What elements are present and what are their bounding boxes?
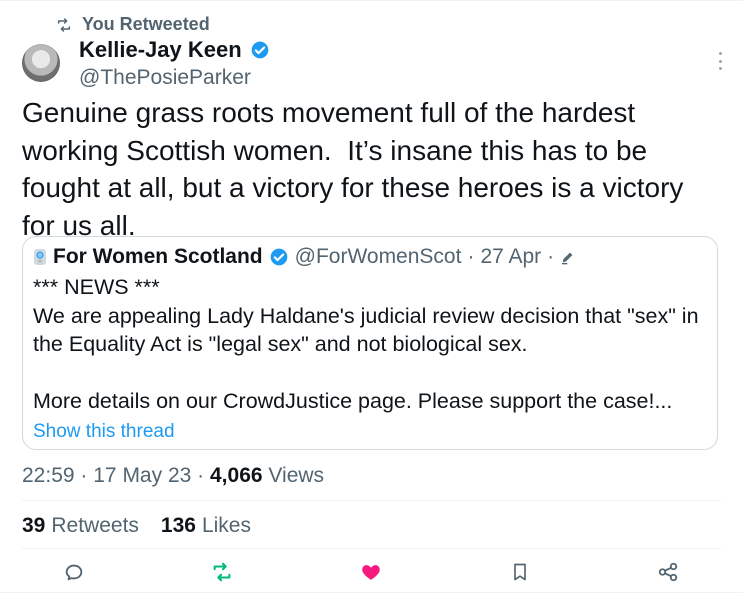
author-block: Kellie-Jay Keen @ThePosieParker	[79, 36, 270, 92]
verified-icon	[269, 247, 289, 267]
retweets-label: Retweets	[51, 514, 139, 537]
tweet-date[interactable]: 17 May 23	[93, 464, 191, 487]
views-count: 4,066	[210, 464, 263, 487]
views-label: Views	[268, 464, 325, 487]
quote-author-name[interactable]: For Women Scotland	[53, 243, 263, 271]
more-vertical-icon[interactable]	[717, 52, 723, 70]
tweet-text: Genuine grass roots movement full of the…	[22, 97, 692, 241]
meta-sep-1: ·	[80, 464, 88, 487]
quote-sep-2: ·	[547, 245, 555, 268]
likes-count-link[interactable]: 136 Likes	[161, 512, 251, 540]
tweet-meta: 22:59 · 17 May 23 · 4,066 Views	[22, 461, 324, 491]
avatar[interactable]	[22, 44, 60, 82]
tweet-time[interactable]: 22:59	[22, 464, 75, 487]
quote-date[interactable]: 27 Apr	[480, 243, 541, 271]
top-divider	[0, 0, 743, 9]
likes-count: 136	[160, 514, 196, 537]
bookmark-icon[interactable]	[504, 556, 536, 588]
edit-pencil-icon	[560, 249, 576, 265]
engagement-counts: 39 Retweets 136 Likes	[22, 512, 251, 540]
retweets-count-link[interactable]: 39 Retweets	[22, 512, 139, 540]
retweet-banner-text: You Retweeted	[82, 14, 210, 34]
org-badge-icon	[33, 249, 47, 265]
quote-sep-1: ·	[467, 245, 475, 268]
reply-icon[interactable]	[58, 556, 90, 588]
author-name[interactable]: Kellie-Jay Keen	[79, 36, 242, 64]
divider	[22, 548, 721, 549]
divider	[22, 500, 721, 501]
quote-body: *** NEWS *** We are appealing Lady Halda…	[33, 275, 699, 413]
quote-author-handle[interactable]: @ForWomenScot	[295, 243, 462, 271]
share-icon[interactable]	[652, 556, 684, 588]
show-thread-link[interactable]: Show this thread	[33, 419, 175, 445]
likes-label: Likes	[201, 514, 251, 537]
retweet-icon	[56, 17, 72, 33]
quote-header: For Women Scotland @ForWomenScot · 27 Ap…	[33, 243, 576, 271]
quoted-tweet[interactable]: For Women Scotland @ForWomenScot · 27 Ap…	[22, 236, 718, 450]
bottom-divider	[0, 592, 743, 593]
retweets-count: 39	[22, 514, 46, 537]
retweet-icon[interactable]	[206, 556, 238, 588]
retweet-banner: You Retweeted	[56, 14, 210, 35]
heart-icon[interactable]	[355, 556, 387, 588]
action-bar	[22, 556, 721, 588]
author-handle[interactable]: @ThePosieParker	[79, 64, 270, 92]
meta-sep-2: ·	[197, 464, 205, 487]
verified-icon[interactable]	[250, 40, 270, 60]
